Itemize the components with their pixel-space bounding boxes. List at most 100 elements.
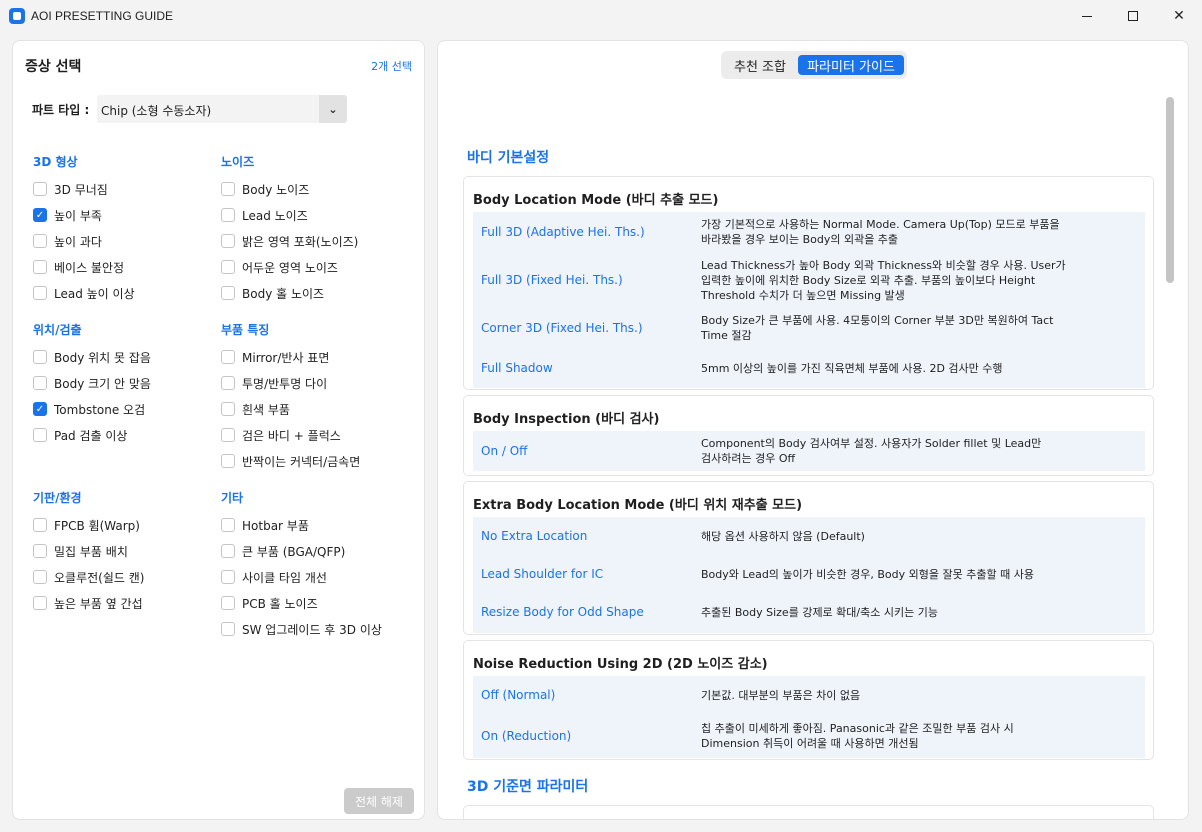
group-title: 기판/환경 <box>33 491 82 505</box>
symptom-checkbox[interactable]: 높이 과다 <box>33 232 102 250</box>
checkbox-icon[interactable] <box>221 402 235 416</box>
symptom-checkbox[interactable]: 큰 부품 (BGA/QFP) <box>221 542 345 560</box>
checkbox-label: 3D 무너짐 <box>54 182 108 197</box>
option-description: Component의 Body 검사여부 설정. 사용자가 Solder fil… <box>701 436 1101 466</box>
symptom-checkbox[interactable]: 3D 무너짐 <box>33 180 108 198</box>
checkbox-icon[interactable] <box>221 454 235 468</box>
checkbox-label: Body 홀 노이즈 <box>242 286 325 301</box>
symptom-checkbox[interactable]: 검은 바디 + 플럭스 <box>221 426 341 444</box>
maximize-button[interactable] <box>1110 0 1156 32</box>
description-line: 기본값. 대부분의 부품은 차이 없음 <box>701 688 861 702</box>
checkbox-icon[interactable] <box>221 350 235 364</box>
checkbox-icon[interactable] <box>33 350 47 364</box>
option-name: No Extra Location <box>481 529 588 543</box>
description-line: 바라봤을 경우 보이는 Body의 외곽을 추출 <box>701 233 899 246</box>
checkbox-icon[interactable] <box>33 234 47 248</box>
checkbox-label: FPCB 휨(Warp) <box>54 518 140 533</box>
symptom-checkbox[interactable]: 오클루전(쉴드 캔) <box>33 568 144 586</box>
option-name: Corner 3D (Fixed Hei. Ths.) <box>481 321 643 335</box>
checkbox-label: 흰색 부품 <box>242 402 290 417</box>
checkbox-icon[interactable] <box>221 182 235 196</box>
symptom-checkbox[interactable]: FPCB 휨(Warp) <box>33 516 140 534</box>
symptom-checkbox[interactable]: Body 크기 안 맞음 <box>33 374 151 392</box>
clear-all-button[interactable]: 전체 해제 <box>344 788 414 814</box>
symptom-checkbox[interactable]: Lead 높이 이상 <box>33 284 135 302</box>
checkbox-icon[interactable] <box>221 596 235 610</box>
checkbox-label: SW 업그레이드 후 3D 이상 <box>242 622 382 637</box>
checkbox-label: 밀집 부품 배치 <box>54 544 128 559</box>
checkbox-checked-icon[interactable]: ✓ <box>33 208 47 222</box>
option-description: 칩 추출이 미세하게 좋아짐. Panasonic과 같은 조밀한 부품 검사 … <box>701 721 1101 751</box>
description-line: Threshold 수치가 더 높으면 Missing 발생 <box>701 288 905 302</box>
checkbox-icon[interactable] <box>221 376 235 390</box>
minimize-button[interactable] <box>1064 0 1110 32</box>
option-row: Resize Body for Odd Shape 추출된 Body Size를 … <box>473 593 1145 631</box>
option-row: On (Reduction) 칩 추출이 미세하게 좋아짐. Panasonic과… <box>473 714 1145 758</box>
symptom-checkbox[interactable]: 베이스 불안정 <box>33 258 124 276</box>
checkbox-icon[interactable] <box>221 518 235 532</box>
symptom-checkbox[interactable]: 밀집 부품 배치 <box>33 542 128 560</box>
symptom-checkbox[interactable]: Hotbar 부품 <box>221 516 309 534</box>
checkbox-icon[interactable] <box>33 428 47 442</box>
chevron-down-icon[interactable]: ⌄ <box>319 95 347 123</box>
description-line: 칩 추출이 미세하게 좋아짐. Panasonic과 같은 조밀한 부품 검사 … <box>701 722 1014 735</box>
close-icon: ✕ <box>1173 8 1185 24</box>
symptom-checkbox[interactable]: Body 위치 못 잡음 <box>33 348 151 366</box>
checkbox-icon[interactable] <box>221 428 235 442</box>
checkbox-icon[interactable] <box>221 570 235 584</box>
option-row: Full 3D (Adaptive Hei. Ths.) 가장 기본적으로 사용하… <box>473 212 1145 252</box>
symptom-checkbox[interactable]: Body 노이즈 <box>221 180 309 198</box>
symptom-checkbox[interactable]: 사이클 타임 개선 <box>221 568 327 586</box>
checkbox-icon[interactable] <box>221 234 235 248</box>
checkbox-label: Pad 검출 이상 <box>54 428 128 443</box>
checkbox-icon[interactable] <box>221 286 235 300</box>
symptom-checkbox[interactable]: 어두운 영역 노이즈 <box>221 258 338 276</box>
symptom-checkbox[interactable]: 투명/반투명 다이 <box>221 374 327 392</box>
checkbox-icon[interactable] <box>33 376 47 390</box>
parameter-card: Extra Body Location Mode (바디 위치 재추출 모드) N… <box>463 481 1154 635</box>
group-title: 노이즈 <box>221 155 255 169</box>
minimize-icon <box>1082 15 1092 17</box>
checkbox-icon[interactable] <box>33 286 47 300</box>
description-line: Dimension 취득이 어려울 때 사용하면 개선됨 <box>701 737 919 750</box>
checkbox-icon[interactable] <box>33 518 47 532</box>
parameter-title: Extra Body Location Mode (바디 위치 재추출 모드) <box>473 498 803 513</box>
symptom-checkbox[interactable]: Mirror/반사 표면 <box>221 348 329 366</box>
guide-scroll-area[interactable]: 바디 기본설정 Body Location Mode (바디 추출 모드) Full… <box>438 97 1188 819</box>
maximize-icon <box>1128 11 1138 21</box>
symptom-checkbox[interactable]: 흰색 부품 <box>221 400 290 418</box>
parameter-options: No Extra Location 해당 옵션 사용하지 않음 (Default)… <box>473 517 1145 633</box>
checkbox-icon[interactable] <box>33 260 47 274</box>
checkbox-icon[interactable] <box>221 544 235 558</box>
checkbox-checked-icon[interactable]: ✓ <box>33 402 47 416</box>
close-button[interactable]: ✕ <box>1156 0 1202 32</box>
checkbox-icon[interactable] <box>221 208 235 222</box>
scrollbar-thumb[interactable] <box>1166 97 1174 283</box>
option-description: Body와 Lead의 높이가 비슷한 경우, Body 외형을 잘못 추출할 … <box>701 567 1101 582</box>
checkbox-icon[interactable] <box>33 570 47 584</box>
tab-parameter-guide[interactable]: 파라미터 가이드 <box>798 55 904 75</box>
group-title: 3D 형상 <box>33 155 78 169</box>
symptom-checkbox[interactable]: 높은 부품 옆 간섭 <box>33 594 143 612</box>
symptom-checkbox[interactable]: Pad 검출 이상 <box>33 426 127 444</box>
checkbox-icon[interactable] <box>33 544 47 558</box>
checkbox-icon[interactable] <box>221 260 235 274</box>
symptom-checkbox[interactable]: 밝은 영역 포화(노이즈) <box>221 232 358 250</box>
symptom-checkbox[interactable]: 반짝이는 커넥터/금속면 <box>221 452 360 470</box>
checkbox-label: Body 노이즈 <box>242 182 310 197</box>
tab-recommend[interactable]: 추천 조합 <box>725 55 795 75</box>
part-type-select[interactable]: Chip (소형 수동소자) ⌄ <box>97 95 347 123</box>
checkbox-icon[interactable] <box>221 622 235 636</box>
checkbox-label: 높은 부품 옆 간섭 <box>54 596 143 611</box>
option-name: Full 3D (Adaptive Hei. Ths.) <box>481 225 645 239</box>
symptom-checkbox[interactable]: ✓ Tombstone 오검 <box>33 400 145 418</box>
symptom-checkbox[interactable]: PCB 홀 노이즈 <box>221 594 318 612</box>
symptom-checkbox[interactable]: Body 홀 노이즈 <box>221 284 324 302</box>
parameter-title: Base ROI Expansion Mode (기준면 ROI 확장 모드) <box>473 818 802 819</box>
checkbox-icon[interactable] <box>33 596 47 610</box>
symptom-checkbox[interactable]: Lead 노이즈 <box>221 206 308 224</box>
checkbox-icon[interactable] <box>33 182 47 196</box>
option-name: Full Shadow <box>481 361 553 375</box>
symptom-checkbox[interactable]: SW 업그레이드 후 3D 이상 <box>221 620 382 638</box>
symptom-checkbox[interactable]: ✓ 높이 부족 <box>33 206 102 224</box>
